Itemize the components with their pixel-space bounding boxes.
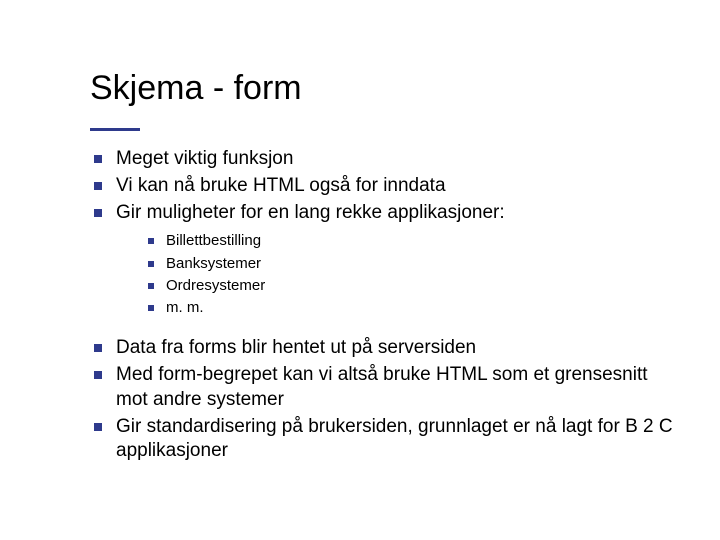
list-item-text: Meget viktig funksjon — [116, 148, 293, 169]
list-item-text: Gir standardisering på brukersiden, grun… — [116, 416, 673, 462]
list-item: Vi kan nå bruke HTML også for inndata — [90, 174, 680, 199]
list-item: m. m. — [146, 298, 680, 318]
list-item-text: Ordresystemer — [166, 277, 265, 294]
slide-title: Skjema - form — [90, 70, 680, 107]
list-item-text: Med form-begrepet kan vi altså bruke HTM… — [116, 364, 648, 410]
list-item: Data fra forms blir hentet ut på servers… — [90, 336, 680, 361]
list-item: Ordresystemer — [146, 276, 680, 296]
list-item-text: Gir muligheter for en lang rekke applika… — [116, 202, 505, 223]
list-item: Meget viktig funksjon — [90, 147, 680, 172]
sub-bullet-list: Billettbestilling Banksystemer Ordresyst… — [116, 231, 680, 318]
list-item-text: Billettbestilling — [166, 232, 261, 249]
list-item: Gir muligheter for en lang rekke applika… — [90, 201, 680, 319]
list-item: Billettbestilling — [146, 231, 680, 251]
slide: Skjema - form Meget viktig funksjon Vi k… — [0, 0, 720, 540]
list-item: Med form-begrepet kan vi altså bruke HTM… — [90, 363, 680, 412]
accent-line — [90, 128, 140, 131]
list-item: Banksystemer — [146, 254, 680, 274]
list-item-text: Banksystemer — [166, 255, 261, 272]
list-item-text: Data fra forms blir hentet ut på servers… — [116, 337, 476, 358]
list-item-text: m. m. — [166, 299, 204, 316]
bullet-list: Meget viktig funksjon Vi kan nå bruke HT… — [90, 147, 680, 464]
list-item: Gir standardisering på brukersiden, grun… — [90, 415, 680, 464]
list-item-text: Vi kan nå bruke HTML også for inndata — [116, 175, 446, 196]
